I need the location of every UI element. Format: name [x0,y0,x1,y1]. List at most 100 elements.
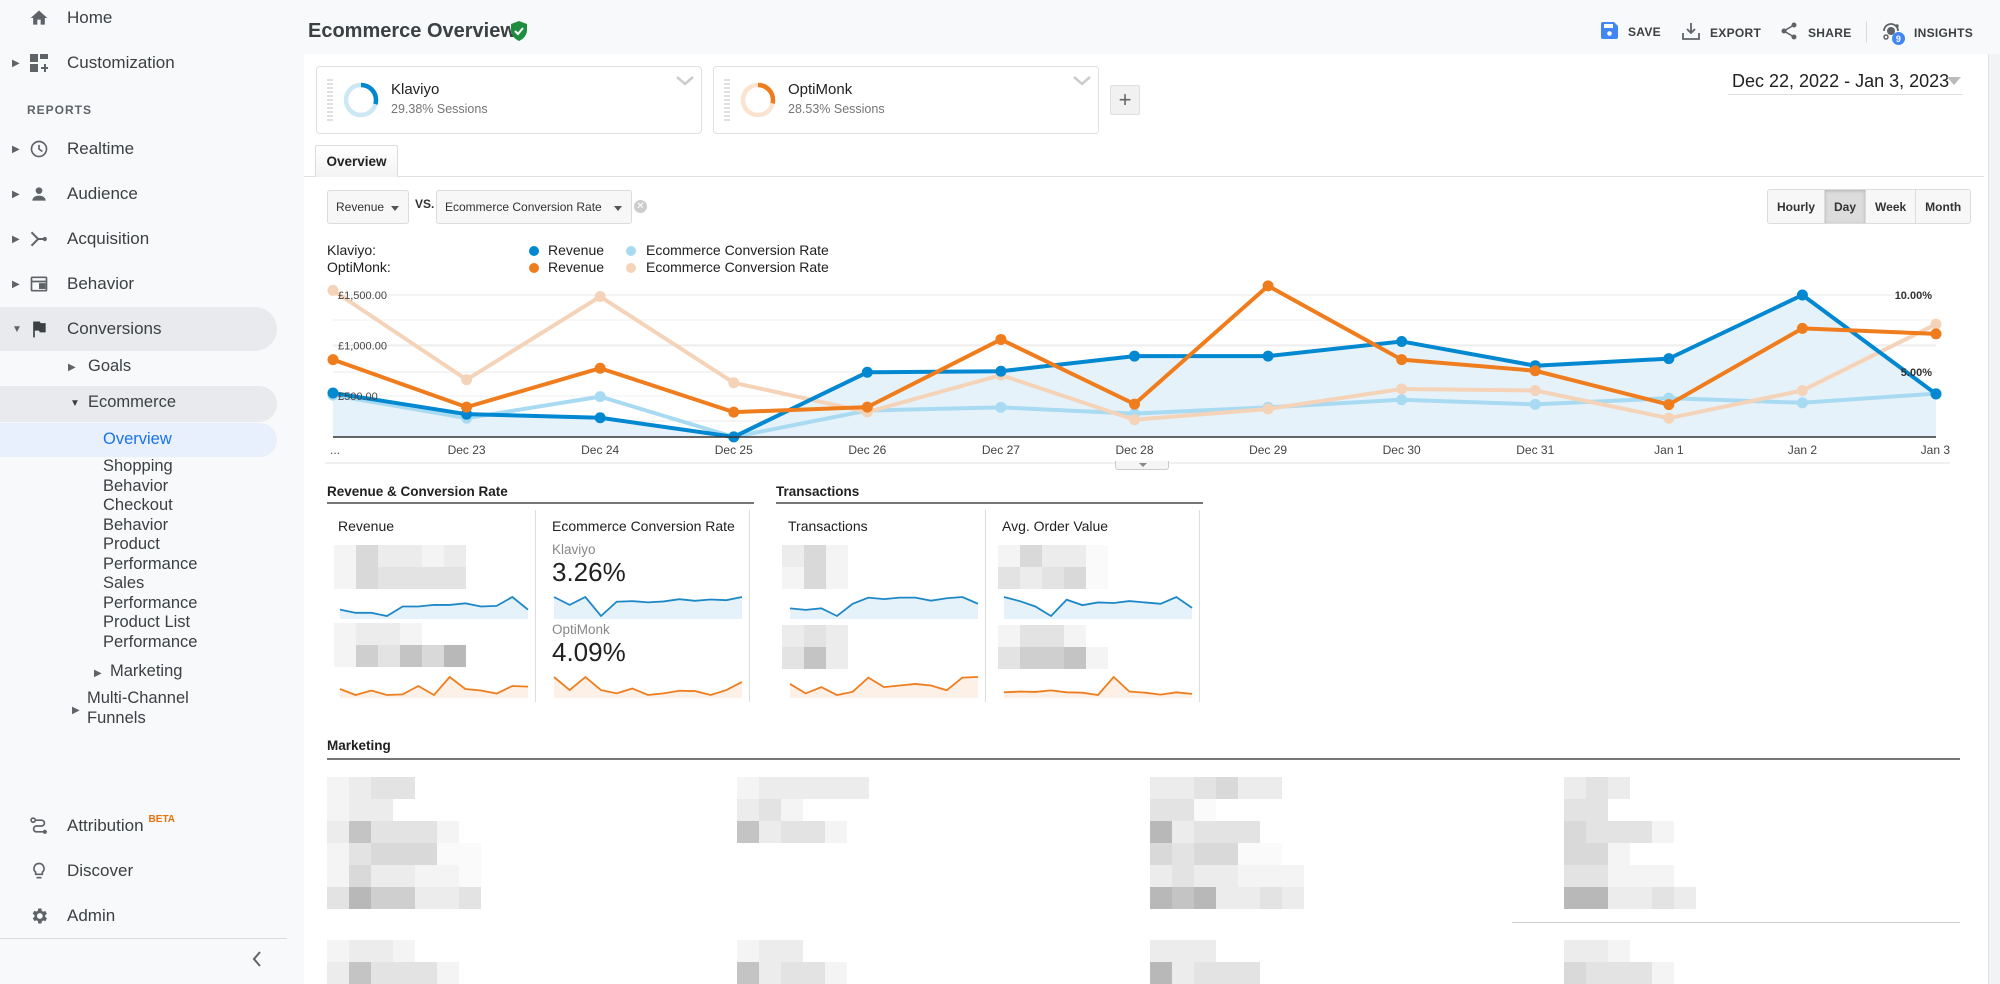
data-point[interactable] [728,377,740,389]
data-point[interactable] [1262,280,1274,292]
data-point[interactable] [594,291,606,303]
data-point[interactable] [1663,353,1675,365]
drag-handle-icon[interactable] [724,79,730,123]
data-point[interactable] [1663,399,1675,411]
vs-label: VS. [415,197,435,211]
metric-card-title: Avg. Order Value [1002,518,1109,534]
nav-goals[interactable]: Goals [88,357,131,377]
data-point[interactable] [1396,335,1408,347]
nav-conversions[interactable]: ▼ Conversions [0,307,277,351]
data-point[interactable] [1930,318,1942,330]
data-point[interactable] [1396,383,1408,395]
nav-product-list-performance[interactable]: Product List Performance [103,613,213,652]
data-point[interactable] [1396,354,1408,366]
chevron-left-icon[interactable] [250,950,264,973]
nav-discover-label: Discover [67,861,134,880]
segment-sessions: 29.38% Sessions [391,102,488,116]
data-point[interactable] [995,401,1007,413]
data-point[interactable] [1796,384,1808,396]
nav-shopping-behavior[interactable]: Shopping Behavior [103,457,223,496]
date-range-picker[interactable]: Dec 22, 2022 - Jan 3, 2023 [1728,68,1963,95]
data-point[interactable] [861,401,873,413]
insights-button[interactable]: 9 INSIGHTS [1882,22,1973,45]
data-point[interactable] [1930,328,1942,340]
nav-product-performance[interactable]: Product Performance [103,535,213,574]
shield-check-icon [510,21,528,46]
data-point[interactable] [1529,365,1541,377]
metric-card-transactions[interactable]: Transactions [776,510,986,702]
data-point[interactable] [995,365,1007,377]
nav-ecommerce[interactable]: Ecommerce [88,393,176,413]
scrollbar[interactable] [1988,54,2000,984]
data-point[interactable] [1529,384,1541,396]
secondary-metric-select[interactable]: Ecommerce Conversion Rate [436,190,632,224]
x-tick-label: Dec 25 [715,443,753,457]
nav-customization-label: Customization [67,53,175,72]
nav-sales-performance[interactable]: Sales Performance [103,574,213,613]
y-left-tick-label: £1,000.00 [338,341,387,353]
data-point[interactable] [461,374,473,386]
granularity-week[interactable]: Week [1865,190,1916,223]
home-icon [27,6,51,30]
data-point[interactable] [461,401,473,413]
primary-metric-select[interactable]: Revenue [327,190,409,224]
save-icon [1601,22,1618,42]
metric-card-conversion-rate[interactable]: Ecommerce Conversion Rate Klaviyo 3.26% … [540,510,750,702]
data-point[interactable] [1796,397,1808,409]
nav-overview[interactable]: Overview [103,430,172,450]
data-point[interactable] [1796,322,1808,334]
granularity-hourly[interactable]: Hourly [1768,190,1825,223]
chevron-down-icon[interactable] [675,75,695,87]
redacted-value [782,545,848,589]
tab-overview[interactable]: Overview [315,145,398,177]
clear-metric-icon[interactable]: ✕ [634,200,647,213]
share-button[interactable]: SHARE [1780,22,1852,43]
export-button[interactable]: EXPORT [1682,22,1761,43]
segment-klaviyo[interactable]: Klaviyo 29.38% Sessions [316,66,702,134]
redacted-value [327,777,481,909]
drag-handle-icon[interactable] [327,79,333,123]
save-label: SAVE [1628,25,1661,39]
dashboard-plus-icon [27,51,51,75]
data-point[interactable] [861,366,873,378]
clock-icon [27,137,51,161]
data-point[interactable] [594,362,606,374]
data-point[interactable] [1129,414,1140,426]
data-point[interactable] [1796,289,1808,301]
data-point[interactable] [1262,350,1274,362]
metric-card-revenue[interactable]: Revenue [326,510,536,702]
data-point[interactable] [327,284,339,296]
nav-marketing[interactable]: Marketing [110,662,182,682]
metric-card-avg-order-value[interactable]: Avg. Order Value [990,510,1200,702]
data-point[interactable] [1129,398,1140,410]
data-point[interactable] [327,354,339,366]
gear-icon [27,904,51,928]
chart-collapse-toggle[interactable] [1115,461,1169,470]
data-point[interactable] [1663,412,1675,424]
segment-optimonk[interactable]: OptiMonk 28.53% Sessions [713,66,1099,134]
chevron-down-icon[interactable] [1072,75,1092,87]
page-title: Ecommerce Overview [308,20,516,42]
data-point[interactable] [995,333,1007,345]
attribution-icon [27,814,51,838]
save-button[interactable]: SAVE [1601,22,1661,42]
nav-checkout-behavior[interactable]: Checkout Behavior [103,496,223,535]
metric-value-optimonk: 4.09% [552,637,626,667]
data-point[interactable] [1529,398,1541,410]
add-segment-button[interactable]: + [1110,85,1140,115]
caret-right-icon: ▶ [12,143,20,155]
x-tick-label: Dec 27 [982,443,1020,457]
caret-down-icon: ▼ [70,398,80,409]
data-point[interactable] [1129,350,1140,362]
granularity-day[interactable]: Day [1824,190,1866,223]
data-point[interactable] [1396,394,1408,406]
granularity-month[interactable]: Month [1915,190,1971,223]
data-point[interactable] [327,387,339,399]
data-point[interactable] [594,412,606,424]
data-point[interactable] [594,391,606,403]
data-point[interactable] [1262,403,1274,415]
data-point[interactable] [728,406,740,418]
legend-dot-klaviyo-conv [626,246,636,256]
data-point[interactable] [1930,388,1942,400]
nav-multi-channel-funnels[interactable]: Multi-Channel Funnels [87,689,207,728]
